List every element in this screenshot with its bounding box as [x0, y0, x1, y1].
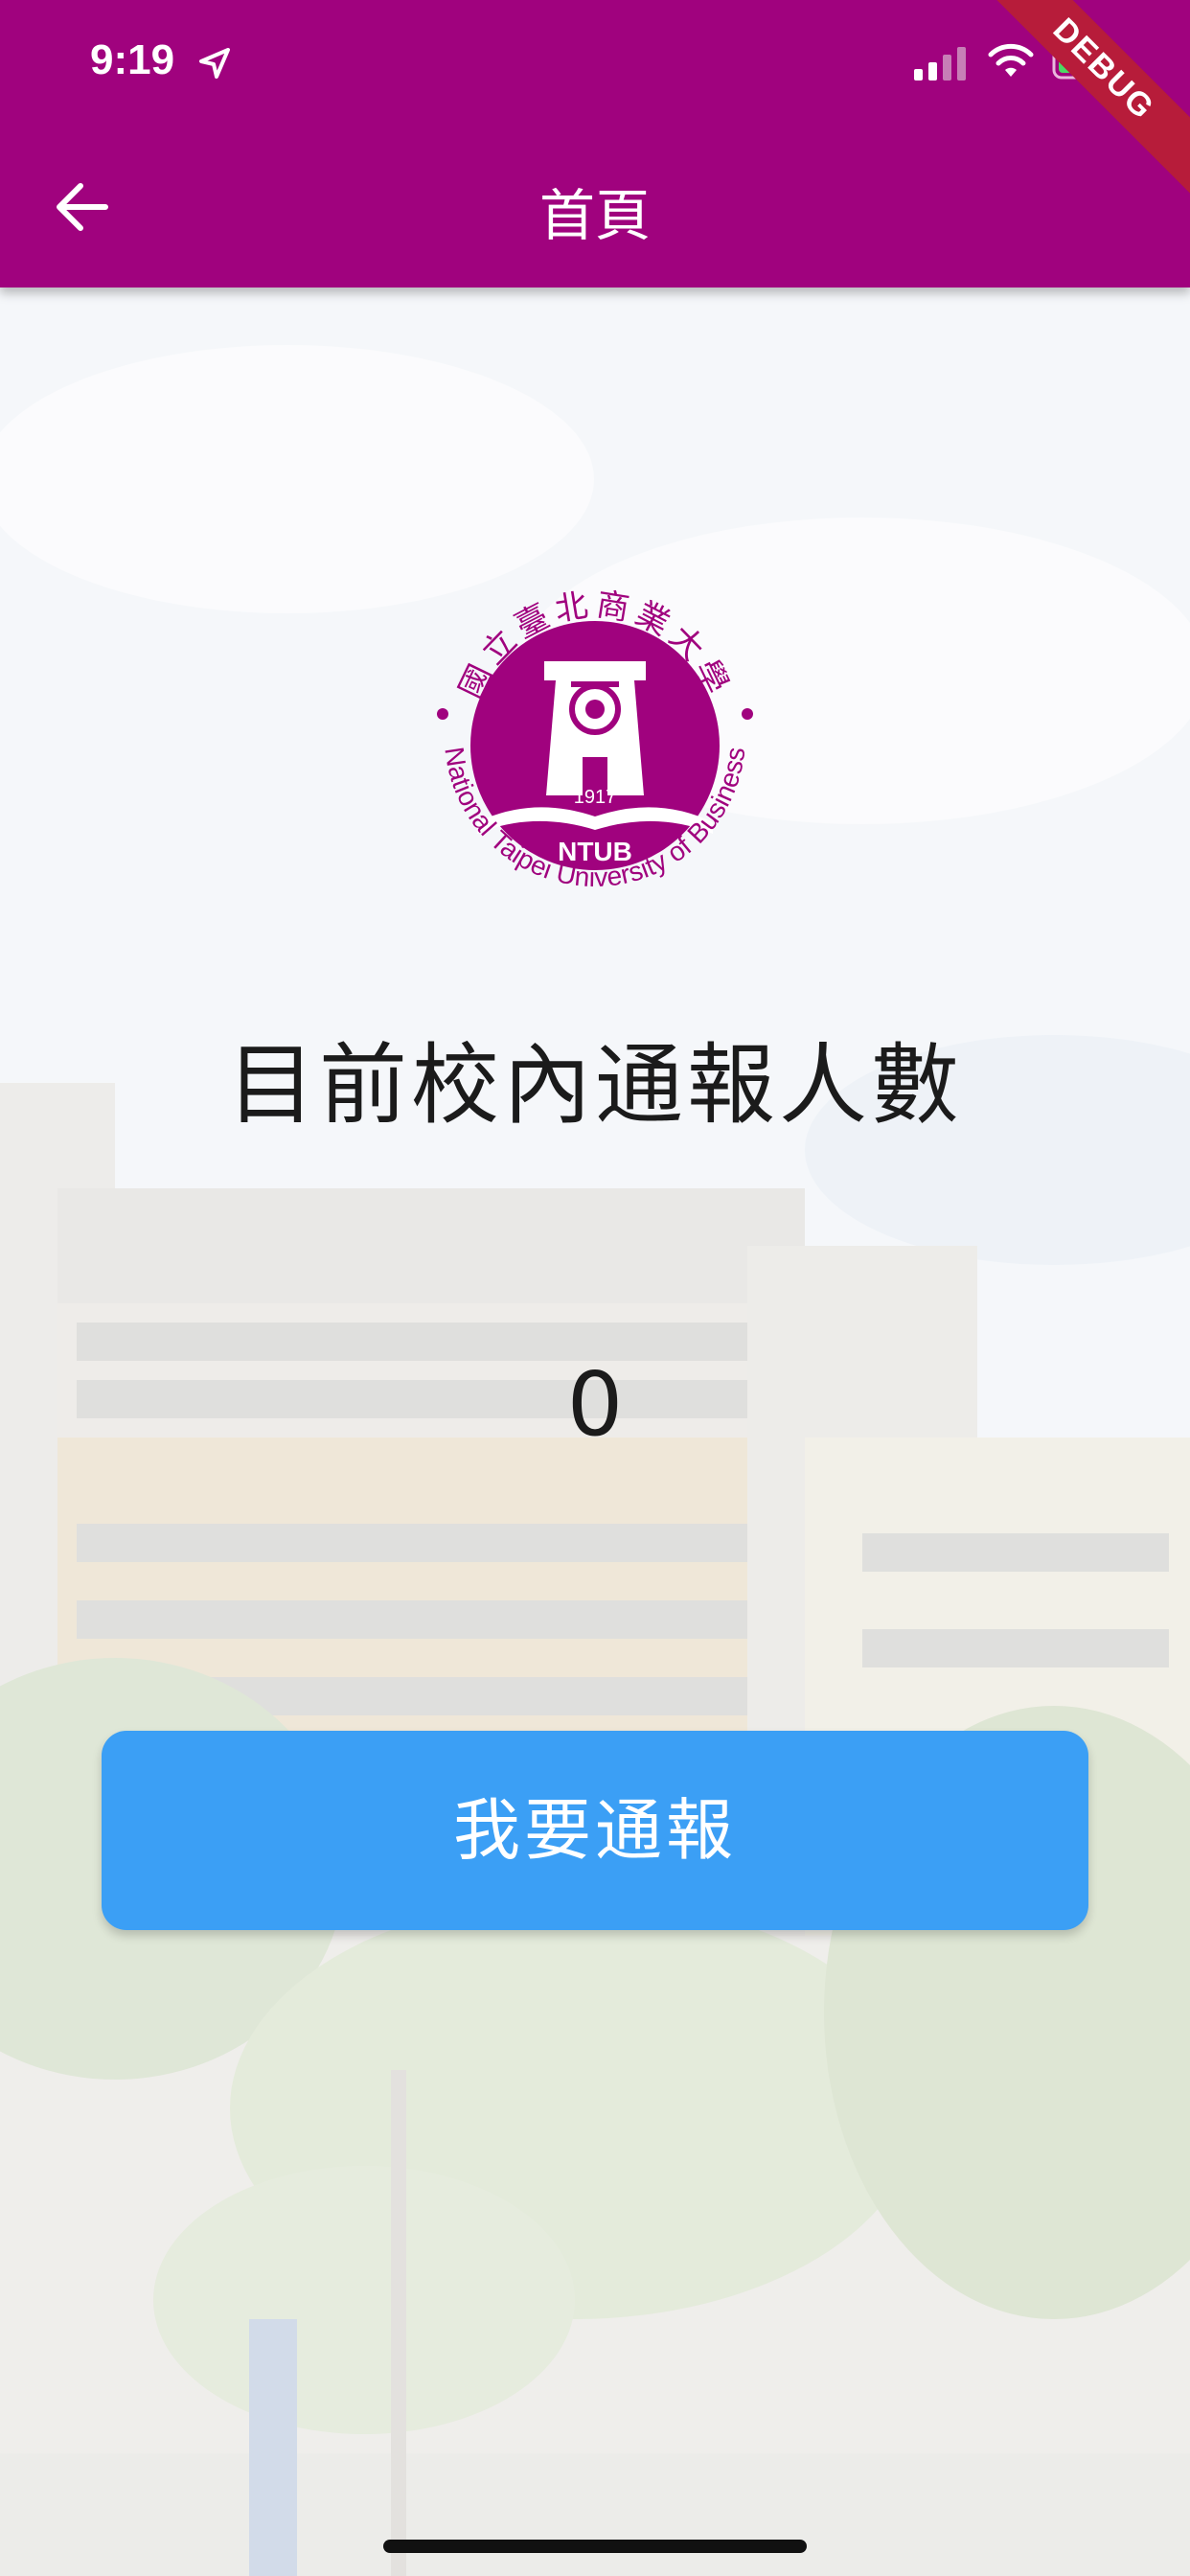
status-time: 9:19 — [90, 36, 175, 83]
university-logo: 國立臺北商業大學 1917 NTUB National Taipei Unive… — [437, 586, 753, 892]
wifi-icon — [988, 43, 1034, 77]
debug-banner: DEBUG — [976, 0, 1190, 196]
svg-text:1917: 1917 — [574, 787, 617, 808]
screen: 9:19 首頁 DEBUG 國立臺北商業大學 1917 NTUB Nationa… — [0, 0, 1190, 2576]
page-title: 首頁 — [538, 183, 651, 248]
app-bar: 9:19 首頁 DEBUG — [0, 0, 1190, 288]
report-button[interactable]: 我要通報 — [102, 1731, 1088, 1930]
location-arrow-icon — [199, 48, 230, 79]
signal-icon — [914, 47, 966, 80]
home-indicator[interactable] — [383, 2540, 807, 2553]
report-count-heading: 目前校內通報人數 — [226, 1034, 963, 1137]
report-count-value: 0 — [566, 1353, 624, 1456]
